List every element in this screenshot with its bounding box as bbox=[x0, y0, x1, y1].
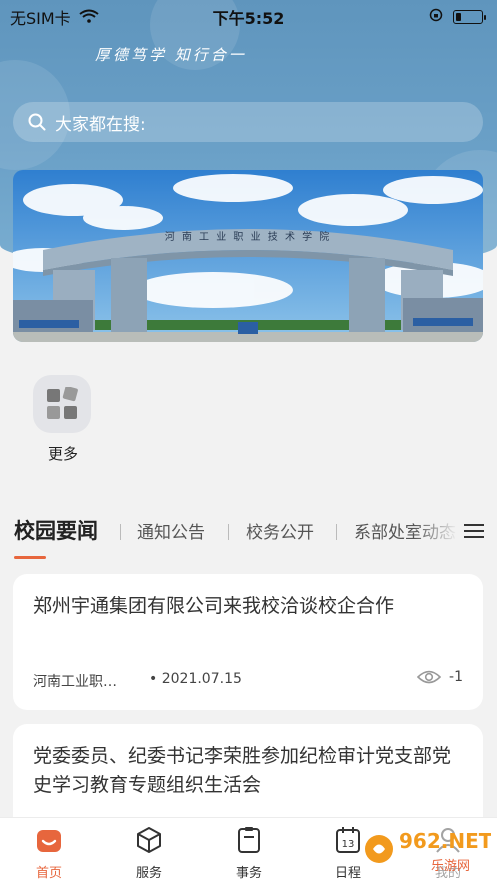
news-views: -1 bbox=[417, 669, 463, 685]
clipboard-icon bbox=[238, 827, 260, 853]
search-placeholder: 大家都在搜: bbox=[55, 114, 146, 135]
status-bar: 无SIM卡 下午5:52 bbox=[0, 0, 497, 30]
news-date: • 2021.07.15 bbox=[149, 671, 242, 687]
watermark-sub: 乐游网 bbox=[431, 859, 470, 874]
eye-icon bbox=[417, 670, 442, 684]
tab-home[interactable]: 首页 bbox=[19, 826, 79, 881]
clock: 下午5:52 bbox=[212, 9, 285, 28]
tab-affairs[interactable]: 事务 bbox=[219, 826, 279, 881]
tab-divider bbox=[228, 524, 229, 540]
news-tabs: 校园要闻 通知公告 校务公开 系部处室动态 bbox=[14, 515, 484, 559]
svg-text:13: 13 bbox=[342, 839, 355, 850]
tab-affairs-label: 事务 bbox=[235, 866, 262, 881]
watermark-brand: 962.NET bbox=[399, 829, 491, 853]
menu-icon[interactable] bbox=[464, 520, 484, 542]
news-date-value: 2021.07.15 bbox=[161, 671, 242, 687]
news-title: 郑州宇通集团有限公司来我校洽谈校企合作 bbox=[33, 595, 395, 617]
tab-campus-news[interactable]: 校园要闻 bbox=[14, 515, 98, 545]
more-entry-label: 更多 bbox=[47, 445, 78, 463]
search-icon bbox=[28, 113, 46, 131]
battery-icon bbox=[453, 9, 486, 24]
tab-service-label: 服务 bbox=[135, 866, 162, 881]
tab-home-label: 首页 bbox=[35, 866, 62, 881]
news-source: 河南工业职… bbox=[33, 674, 117, 690]
rotation-lock-icon bbox=[429, 7, 443, 26]
school-slogan: 厚德笃学 知行合一 bbox=[95, 46, 247, 64]
tab-divider bbox=[336, 524, 337, 540]
cube-icon bbox=[137, 827, 161, 853]
home-icon bbox=[37, 830, 61, 852]
search-bar[interactable]: 大家都在搜: bbox=[13, 102, 483, 142]
grid-more-icon bbox=[33, 375, 91, 433]
more-entry-button[interactable]: 更多 bbox=[33, 375, 93, 464]
news-card[interactable]: 郑州宇通集团有限公司来我校洽谈校企合作 河南工业职… • 2021.07.15 … bbox=[13, 574, 483, 710]
tab-notices[interactable]: 通知公告 bbox=[137, 518, 205, 543]
tab-service[interactable]: 服务 bbox=[119, 826, 179, 881]
tab-affairs-public[interactable]: 校务公开 bbox=[246, 518, 314, 543]
tab-divider bbox=[120, 524, 121, 540]
tab-scroll-fade bbox=[414, 518, 458, 548]
gate-text: 河 南 工 业 职 业 技 术 学 院 bbox=[165, 230, 332, 243]
news-views-count: -1 bbox=[449, 669, 463, 685]
site-watermark: 962.NET 乐游网 bbox=[361, 820, 493, 878]
campus-banner[interactable]: 河 南 工 业 职 业 技 术 学 院 bbox=[13, 170, 483, 342]
active-tab-indicator bbox=[14, 556, 46, 559]
news-title: 党委委员、纪委书记李荣胜参加纪检审计党支部党史学习教育专题组织生活会 bbox=[33, 745, 452, 796]
calendar-icon: 13 bbox=[336, 827, 360, 853]
